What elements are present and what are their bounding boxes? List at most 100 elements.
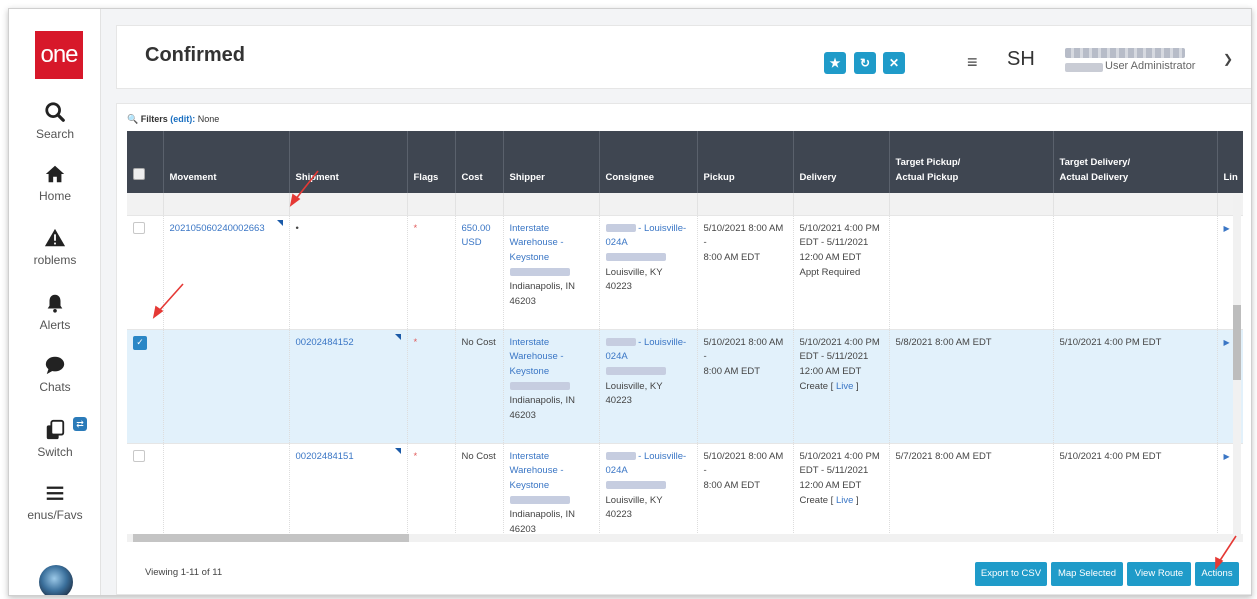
sidebar-item-chats[interactable]: Chats <box>9 354 101 394</box>
map-selected-button[interactable]: Map Selected <box>1051 562 1123 586</box>
chat-icon <box>9 354 101 378</box>
consignee-code[interactable]: 024A <box>606 465 628 476</box>
vertical-scrollbar[interactable] <box>1233 195 1241 540</box>
delivery-line: Appt Required <box>799 266 861 278</box>
delivery-line: 12:00 AM EDT <box>799 251 862 263</box>
refresh-icon: ↻ <box>859 56 871 70</box>
sidebar-item-label: Home <box>38 189 71 203</box>
shipper-link[interactable]: Interstate Warehouse - Keystone <box>510 223 564 263</box>
column-header-cost[interactable]: Cost <box>455 131 504 193</box>
app-logo[interactable]: one <box>35 31 83 79</box>
refresh-button[interactable]: ↻ <box>854 52 876 74</box>
cost-link[interactable]: 650.00 USD <box>462 223 491 249</box>
results-panel: 🔍 Filters (edit): None Movement Shipment… <box>116 103 1251 595</box>
row-expand-icon[interactable]: ▶ <box>1224 338 1230 347</box>
close-button[interactable]: ✕ <box>883 52 905 74</box>
column-header-flags[interactable]: Flags <box>407 131 456 193</box>
column-header-pickup[interactable]: Pickup <box>697 131 794 193</box>
column-header-consignee[interactable]: Consignee <box>599 131 698 193</box>
table-row[interactable]: 202105060240002663 • * 650.00 USD Inters… <box>127 215 1243 330</box>
pickup-line: 8:00 AM EDT <box>703 251 761 263</box>
hamburger-menu-icon[interactable]: ≡ <box>967 52 978 73</box>
row-checkbox[interactable]: ✓ <box>133 335 147 350</box>
sidebar-item-label: enus/Favs <box>27 508 83 522</box>
delivery-create-label: Create [ <box>799 494 836 506</box>
filter-search-icon: 🔍 <box>127 114 139 124</box>
redacted-text <box>509 496 570 505</box>
flag-marker: * <box>413 336 418 348</box>
row-expand-icon[interactable]: ▶ <box>1224 224 1230 233</box>
favorite-star-button[interactable]: ★ <box>824 52 846 74</box>
shipper-zip: 46203 <box>509 296 536 308</box>
bell-icon <box>9 292 101 316</box>
row-expand-icon[interactable]: ▶ <box>1224 452 1230 461</box>
sidebar-item-menus-favs[interactable]: enus/Favs <box>9 482 101 522</box>
column-header-links[interactable]: Lin <box>1217 131 1243 193</box>
chevron-down-icon[interactable]: ❯ <box>1223 52 1233 66</box>
column-header-target-pickup[interactable]: Target Pickup/ Actual Pickup <box>889 131 1054 193</box>
shipment-link[interactable]: 00202484151 <box>296 451 354 462</box>
shipper-line: Keystone <box>509 479 550 491</box>
select-all-checkbox[interactable] <box>133 167 145 180</box>
actions-button[interactable]: Actions <box>1195 562 1239 586</box>
table-row[interactable]: 00202484151 * No Cost Interstate Warehous… <box>127 443 1243 541</box>
movement-link[interactable]: 202105060240002663 <box>170 223 265 234</box>
column-header-shipment[interactable]: Shipment <box>289 131 408 193</box>
flag-marker: * <box>413 450 418 462</box>
sidebar-item-switch[interactable]: ⇄ Switch <box>9 417 101 459</box>
row-checkbox[interactable] <box>133 449 145 462</box>
delivery-line: EDT - 5/11/2021 <box>799 237 869 249</box>
close-icon: ✕ <box>888 56 900 70</box>
consignee-address: Louisville, KY 40223 <box>605 380 663 407</box>
page-title: Confirmed <box>145 44 245 66</box>
consignee-code[interactable]: 024A <box>606 351 628 362</box>
pagination-status: Viewing 1-11 of 11 <box>145 567 223 578</box>
shipment-link[interactable]: 00202484152 <box>296 337 354 348</box>
sidebar-item-problems[interactable]: roblems <box>9 227 101 267</box>
vertical-scroll-thumb[interactable] <box>1233 305 1241 380</box>
shipper-line: Keystone <box>509 251 550 263</box>
results-table: Movement Shipment Flags Cost Shipper Con… <box>127 131 1243 541</box>
live-link[interactable]: Live <box>836 381 853 392</box>
column-header-movement[interactable]: Movement <box>163 131 290 193</box>
view-route-button[interactable]: View Route <box>1127 562 1191 586</box>
horizontal-scrollbar[interactable] <box>127 534 1243 542</box>
avatar[interactable]: SH <box>1007 48 1035 71</box>
live-link[interactable]: Live <box>836 495 853 506</box>
shipper-link[interactable]: Interstate Warehouse - Keystone <box>510 451 564 491</box>
redacted-text <box>605 481 666 490</box>
column-header-delivery[interactable]: Delivery <box>793 131 890 193</box>
shipper-line: Warehouse - <box>509 237 564 249</box>
star-icon: ★ <box>829 56 841 70</box>
sidebar-item-alerts[interactable]: Alerts <box>9 292 101 332</box>
export-csv-button[interactable]: Export to CSV <box>975 562 1047 586</box>
column-header-shipper[interactable]: Shipper <box>503 131 600 193</box>
shipper-line: Keystone <box>509 365 550 377</box>
consignee-address: Louisville, KY 40223 <box>605 494 663 521</box>
consignee-link[interactable]: - Louisville- <box>638 223 686 234</box>
target-pickup: 5/7/2021 8:00 AM EDT <box>895 450 992 462</box>
globe-icon[interactable] <box>39 565 73 595</box>
filters-edit-link[interactable]: (edit): <box>170 114 195 124</box>
consignee-code[interactable]: 024A <box>606 237 628 248</box>
shipper-line: Warehouse - <box>509 351 564 363</box>
consignee-link[interactable]: - Louisville- <box>638 337 686 348</box>
delivery-line: 5/10/2021 4:00 PM <box>799 450 880 462</box>
sidebar-item-home[interactable]: Home <box>9 163 101 203</box>
sidebar-item-search[interactable]: Search <box>9 101 101 141</box>
horizontal-scroll-thumb[interactable] <box>133 534 409 542</box>
corner-marker-icon <box>276 219 283 226</box>
delivery-line: 5/10/2021 4:00 PM <box>799 222 880 234</box>
delivery-line: EDT - 5/11/2021 <box>799 465 869 477</box>
consignee-link[interactable]: - Louisville- <box>638 451 686 462</box>
pickup-line: 8:00 AM EDT <box>703 479 761 491</box>
shipper-link[interactable]: Interstate Warehouse - Keystone <box>510 337 564 377</box>
user-org-redacted <box>1065 63 1103 72</box>
column-header-target-delivery[interactable]: Target Delivery/ Actual Delivery <box>1053 131 1218 193</box>
left-sidebar: one Search Home roblems Alerts Chats ⇄ S… <box>9 9 101 595</box>
select-all-header <box>127 131 164 193</box>
user-role: User Administrator <box>1105 60 1196 72</box>
row-checkbox[interactable] <box>133 221 145 234</box>
filter-row <box>127 193 1243 216</box>
table-row[interactable]: ✓ 00202484152 * No Cost Interstate Wareho… <box>127 329 1243 444</box>
